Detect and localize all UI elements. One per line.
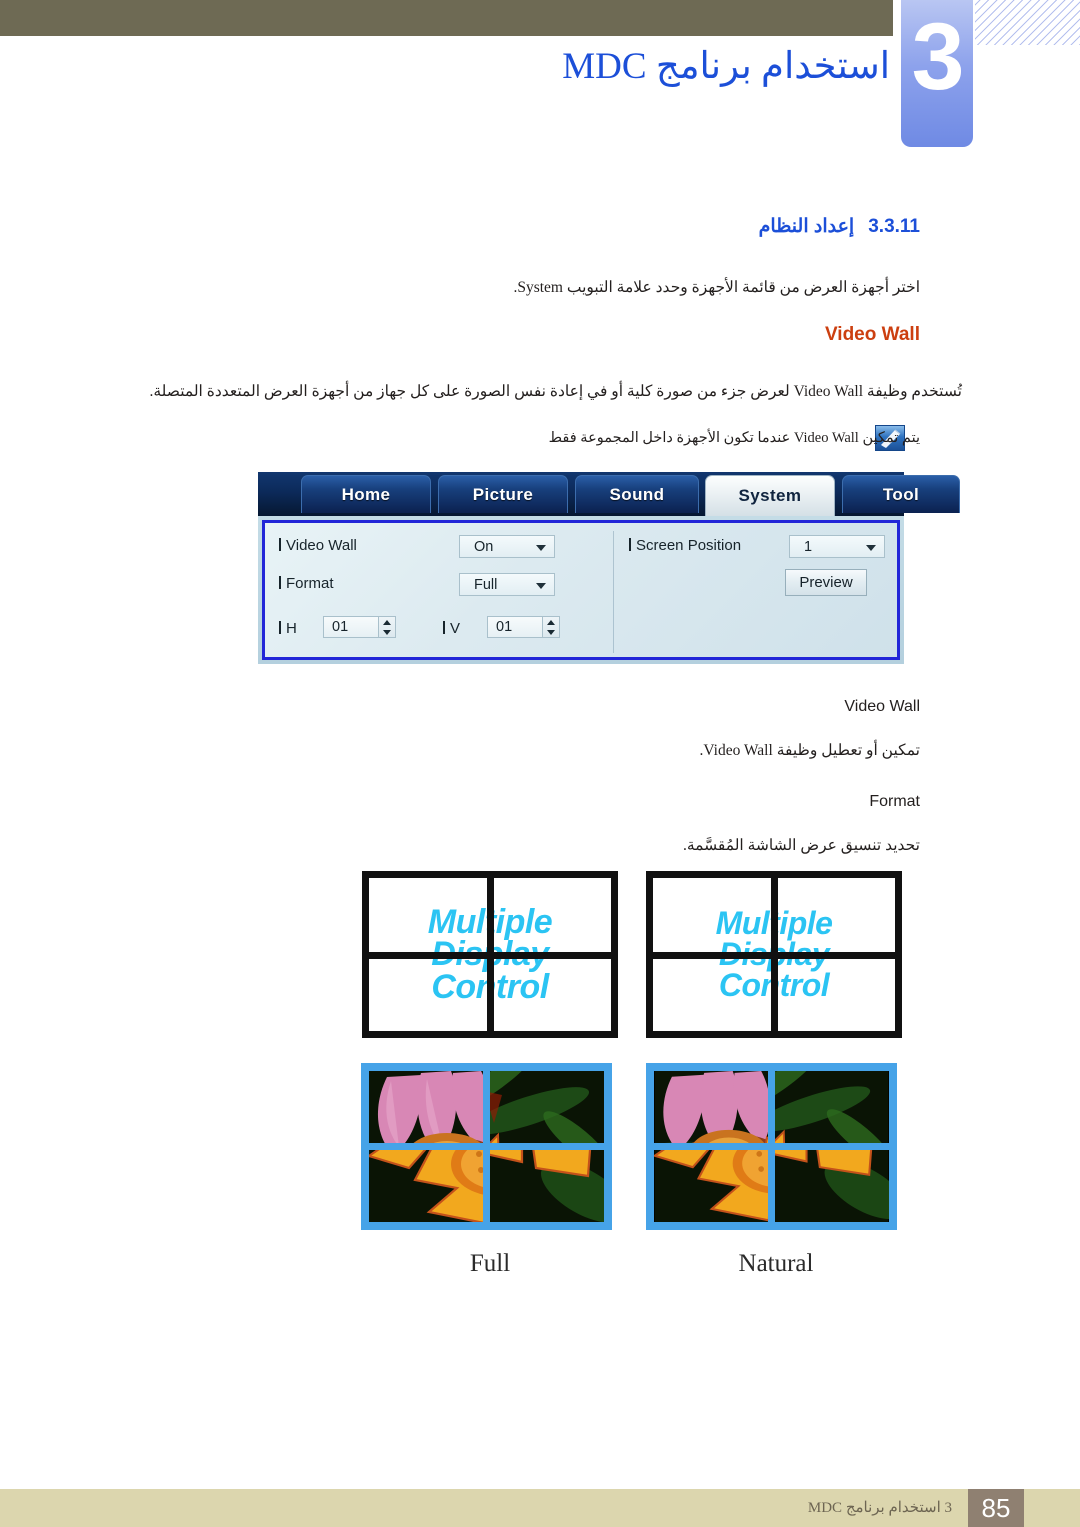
- tab-picture[interactable]: Picture: [438, 475, 568, 513]
- section-title: إعداد النظام: [758, 216, 855, 237]
- video-wall-diagram-full-text: Multiple Display Control: [362, 871, 618, 1038]
- mdc-tabbar: Home Picture Sound System Tool: [258, 472, 960, 516]
- chevron-down-icon: [536, 545, 546, 551]
- tab-tool[interactable]: Tool: [842, 475, 960, 513]
- stepper-h-buttons[interactable]: [379, 616, 396, 638]
- chevron-down-icon: [866, 545, 876, 551]
- footer-text: 3 استخدام برنامج MDC: [807, 1500, 952, 1516]
- dropdown-screen-position[interactable]: 1: [789, 535, 885, 558]
- main-paragraph: تُستخدم وظيفة Video Wall لعرض جزء من صور…: [149, 383, 962, 400]
- photo-cell: [775, 1071, 889, 1143]
- panel-divider: [613, 531, 614, 653]
- stepper-h-value: 01: [323, 616, 379, 638]
- caption-full: Full: [469, 1250, 511, 1277]
- mdc-panel-body: Video Wall On Format Full H 01 V 01 Scre…: [258, 516, 904, 664]
- stepper-down-icon[interactable]: [383, 629, 391, 635]
- video-wall-photo-full: [361, 1063, 612, 1230]
- chevron-down-icon: [536, 583, 546, 589]
- header-band: [0, 0, 893, 36]
- photo-cell: [369, 1150, 483, 1222]
- desc-body-format: تحديد تنسيق عرض الشاشة المُقسَّمة.: [682, 837, 920, 854]
- desc-term-video-wall: Video Wall: [844, 698, 920, 715]
- mdc-panel-inner: Video Wall On Format Full H 01 V 01 Scre…: [262, 520, 900, 660]
- dropdown-video-wall[interactable]: On: [459, 535, 555, 558]
- photo-cell: [775, 1150, 889, 1222]
- desc-body-video-wall: تمكين أو تعطيل وظيفة Video Wall.: [699, 742, 921, 759]
- subheading-video-wall: Video Wall: [824, 324, 920, 345]
- stepper-v-value: 01: [487, 616, 543, 638]
- section-number: 3.3.11: [868, 216, 920, 237]
- wall-grid-horizontal: [369, 951, 611, 959]
- wall-grid-horizontal: [653, 951, 895, 959]
- section-heading: 3.3.11 إعداد النظام: [759, 215, 920, 238]
- desc-term-format: Format: [869, 793, 920, 810]
- section-intro-paragraph: اختر أجهزة العرض من قائمة الأجهزة وحدد ع…: [513, 279, 920, 296]
- stepper-h[interactable]: 01: [323, 616, 396, 638]
- preview-button[interactable]: Preview: [785, 569, 867, 596]
- dropdown-format-value: Full: [474, 576, 498, 593]
- page-number-box: 85: [968, 1489, 1024, 1527]
- label-h: H: [279, 620, 297, 637]
- tab-system[interactable]: System: [705, 475, 835, 516]
- video-wall-photo-natural: [646, 1063, 897, 1230]
- stepper-down-icon[interactable]: [547, 629, 555, 635]
- photo-cell: [369, 1071, 483, 1143]
- label-screen-position: Screen Position: [629, 537, 741, 554]
- label-format: Format: [279, 575, 334, 592]
- photo-cell: [654, 1150, 768, 1222]
- stepper-up-icon[interactable]: [383, 619, 391, 625]
- dropdown-screen-position-value: 1: [804, 538, 813, 555]
- header-hatch-decoration: [975, 0, 1080, 45]
- photo-cell: [654, 1071, 768, 1143]
- chapter-title: استخدام برنامج MDC: [562, 46, 890, 87]
- chapter-number: 3: [911, 4, 965, 110]
- photo-cell: [490, 1150, 604, 1222]
- note-text: يتم تمكين Video Wall عندما تكون الأجهزة …: [548, 430, 920, 446]
- photo-cell: [490, 1071, 604, 1143]
- tab-sound[interactable]: Sound: [575, 475, 699, 513]
- caption-natural: Natural: [738, 1250, 814, 1277]
- tab-home[interactable]: Home: [301, 475, 431, 513]
- stepper-up-icon[interactable]: [547, 619, 555, 625]
- mdc-system-panel-screenshot: Home Picture Sound System Tool Video Wal…: [258, 472, 960, 664]
- dropdown-format[interactable]: Full: [459, 573, 555, 596]
- stepper-v-buttons[interactable]: [543, 616, 560, 638]
- label-v: V: [443, 620, 460, 637]
- label-video-wall: Video Wall: [279, 537, 357, 554]
- video-wall-diagram-natural-text: Multiple Display Control: [646, 871, 902, 1038]
- stepper-v[interactable]: 01: [487, 616, 560, 638]
- dropdown-video-wall-value: On: [474, 538, 494, 555]
